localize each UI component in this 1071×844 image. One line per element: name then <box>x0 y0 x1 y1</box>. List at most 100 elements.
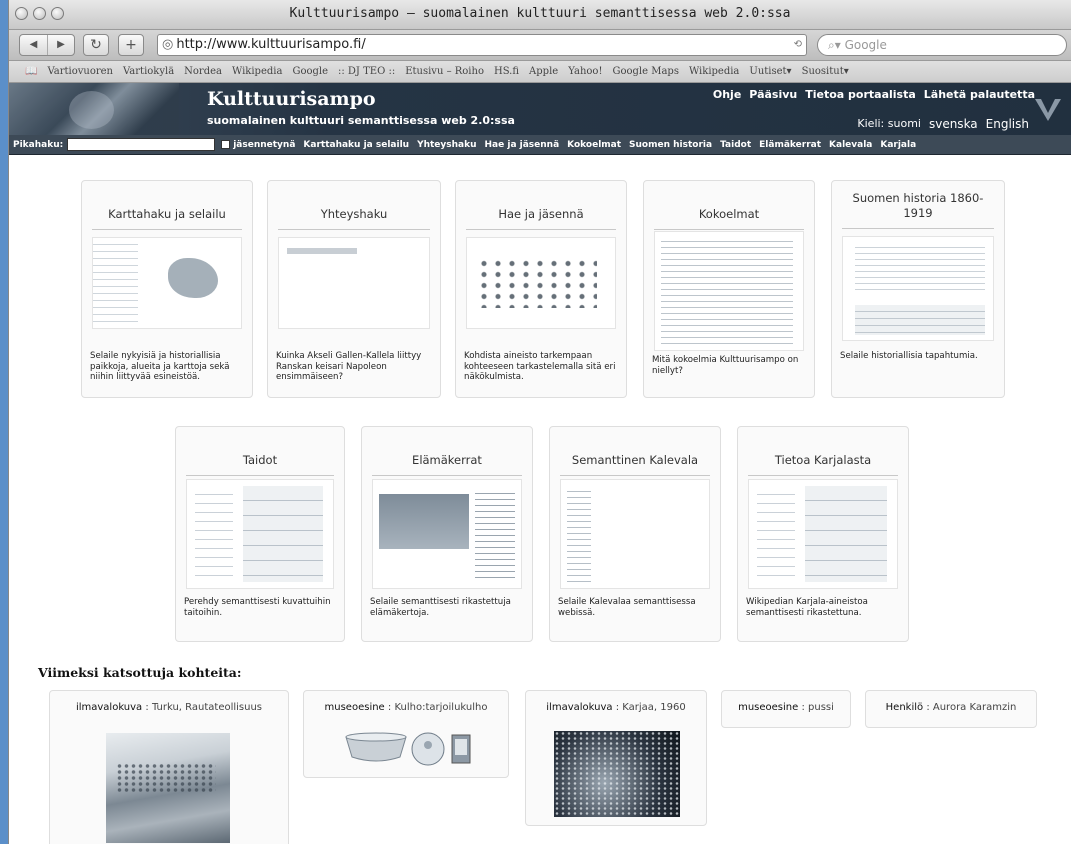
snapback-icon[interactable]: ⟲ <box>794 35 802 55</box>
back-button[interactable]: ◀ <box>20 35 47 55</box>
recent-heading: Viimeksi katsottuja kohteita: <box>38 665 242 680</box>
site-title[interactable]: Kulttuurisampo <box>207 88 376 110</box>
site-subtitle: suomalainen kulttuuri semanttisessa web … <box>207 114 515 127</box>
aerial-photo-thumbnail[interactable] <box>554 731 680 817</box>
card-thumbnail <box>372 479 522 589</box>
recent-item-label: museoesine : pussi <box>738 702 834 713</box>
forward-button[interactable]: ▶ <box>47 35 74 55</box>
card-thumbnail <box>92 237 242 329</box>
card-biographies[interactable]: Elämäkerrat Selaile semanttisesti rikast… <box>361 426 533 642</box>
bookmark-item[interactable]: Google <box>292 66 328 77</box>
recent-item-type: ilmavalokuva <box>75 702 143 713</box>
recent-item[interactable]: ilmavalokuva : Turku, Rautateollisuus <box>49 690 289 844</box>
bookmark-item[interactable]: Yahoo! <box>568 66 602 77</box>
card-karelia[interactable]: Tietoa Karjalasta Wikipedian Karjala-ain… <box>737 426 909 642</box>
url-field[interactable]: ◎ http://www.kulttuurisampo.fi/ ⟲ <box>157 34 807 56</box>
card-description: Kuinka Akseli Gallen-Kallela liittyy Ran… <box>276 351 422 382</box>
lang-label[interactable]: Kieli: suomi <box>857 117 921 131</box>
bookmark-item[interactable]: Wikipedia <box>232 66 282 77</box>
aerial-photo-thumbnail[interactable] <box>106 733 230 843</box>
lang-english[interactable]: English <box>986 117 1029 131</box>
recent-item-name: Kulho:tarjoilukulho <box>394 702 488 713</box>
quicksearch-label: Pikahaku: <box>13 139 64 150</box>
nav-item-skills[interactable]: Taidot <box>720 140 751 150</box>
card-thumbnail <box>466 237 616 329</box>
bookmark-item[interactable]: Wikipedia <box>689 66 739 77</box>
link-feedback[interactable]: Lähetä palautetta <box>924 88 1035 101</box>
nav-item-kalevala[interactable]: Kalevala <box>829 140 872 150</box>
card-kalevala[interactable]: Semanttinen Kalevala Selaile Kalevalaa s… <box>549 426 721 642</box>
recent-item-label: Henkilö : Aurora Karamzin <box>885 702 1017 713</box>
plus-icon: + <box>125 37 137 53</box>
bookmark-item[interactable]: Suositut▾ <box>802 66 849 77</box>
recent-item-label: museoesine : Kulho:tarjoilukulho <box>324 702 488 713</box>
recent-item[interactable]: museoesine : Kulho:tarjoilukulho <box>303 690 509 778</box>
site-nav: Pikahaku: jäsennetynä Karttahaku ja sela… <box>9 135 1071 155</box>
link-help[interactable]: Ohje <box>713 88 741 101</box>
nav-item-karelia[interactable]: Karjala <box>880 140 916 150</box>
recent-item-name: Karjaa, 1960 <box>622 702 686 713</box>
bookmark-item[interactable]: Apple <box>529 66 558 77</box>
recent-item-name: pussi <box>808 702 834 713</box>
link-home[interactable]: Pääsivu <box>749 88 797 101</box>
language-selector: Kieli: suomi svenska English <box>857 117 1029 131</box>
bookmark-item[interactable]: HS.fi <box>494 66 519 77</box>
card-description: Mitä kokoelmia Kulttuurisampo on niellyt… <box>652 355 799 376</box>
card-search-structure[interactable]: Hae ja jäsennä Kohdista aineisto tarkemp… <box>455 180 627 398</box>
bowl-photo-thumbnail[interactable] <box>344 731 474 767</box>
bookmark-item[interactable]: Google Maps <box>612 66 678 77</box>
recent-item[interactable]: museoesine : pussi <box>721 690 851 728</box>
structured-checkbox[interactable] <box>221 140 231 149</box>
card-thumbnail <box>748 479 898 589</box>
card-title: Suomen historia 1860-1919 <box>842 191 994 229</box>
nav-item-collections[interactable]: Kokoelmat <box>567 140 621 150</box>
recent-item-name: Turku, Rautateollisuus <box>151 702 263 713</box>
recent-item-type: museoesine <box>738 702 799 713</box>
add-bookmark-button[interactable]: + <box>118 34 144 56</box>
card-title: Elämäkerrat <box>372 453 522 476</box>
bookmark-item[interactable]: Nordea <box>184 66 222 77</box>
card-collections[interactable]: Kokoelmat Mitä kokoelmia Kulttuurisampo … <box>643 180 815 398</box>
card-connection-search[interactable]: Yhteyshaku Kuinka Akseli Gallen-Kallela … <box>267 180 441 398</box>
window-title: Kulttuurisampo – suomalainen kulttuuri s… <box>289 6 791 21</box>
nav-item-biographies[interactable]: Elämäkerrat <box>759 140 821 150</box>
forward-arrow-icon: ▶ <box>57 39 65 50</box>
card-description: Wikipedian Karjala-aineistoa semanttises… <box>746 597 868 618</box>
card-title: Yhteyshaku <box>278 207 430 230</box>
nav-item-map[interactable]: Karttahaku ja selailu <box>303 140 409 150</box>
recent-item-label: ilmavalokuva : Karjaa, 1960 <box>546 702 686 713</box>
recent-item[interactable]: ilmavalokuva : Karjaa, 1960 <box>525 690 707 826</box>
card-thumbnail <box>842 236 994 341</box>
card-title: Kokoelmat <box>654 207 804 230</box>
lang-svenska[interactable]: svenska <box>929 117 978 131</box>
recent-item-type: museoesine <box>324 702 385 713</box>
card-description: Selaile nykyisiä ja historiallisia paikk… <box>90 351 230 382</box>
card-description: Selaile semanttisesti rikastettuja elämä… <box>370 597 511 618</box>
card-finnish-history[interactable]: Suomen historia 1860-1919 Selaile histor… <box>831 180 1005 398</box>
card-map-search[interactable]: Karttahaku ja selailu Selaile nykyisiä j… <box>81 180 253 398</box>
link-about[interactable]: Tietoa portaalista <box>805 88 916 101</box>
bookmark-item[interactable]: :: DJ TEO :: <box>338 66 395 77</box>
card-thumbnail <box>654 231 804 351</box>
url-text: http://www.kulttuurisampo.fi/ <box>176 37 366 52</box>
top-links: Ohje Pääsivu Tietoa portaalista Lähetä p… <box>713 88 1035 101</box>
title-bar: Kulttuurisampo – suomalainen kulttuuri s… <box>9 0 1071 30</box>
quicksearch-input[interactable] <box>67 138 216 151</box>
card-skills[interactable]: Taidot Perehdy semanttisesti kuvattuihin… <box>175 426 345 642</box>
nav-item-search[interactable]: Hae ja jäsennä <box>485 140 560 150</box>
bookmark-item[interactable]: Uutiset▾ <box>749 66 791 77</box>
search-field[interactable]: ⌕▾ Google <box>817 34 1067 56</box>
search-icon: ⌕▾ <box>828 38 841 52</box>
recent-item[interactable]: Henkilö : Aurora Karamzin <box>865 690 1037 728</box>
nav-item-connections[interactable]: Yhteyshaku <box>417 140 476 150</box>
bookmark-item[interactable]: Vartiovuoren <box>47 66 113 77</box>
bookmark-item[interactable]: Vartiokylä <box>123 66 174 77</box>
bookmark-item[interactable]: Etusivu – Roiho <box>405 66 484 77</box>
card-thumbnail <box>186 479 334 589</box>
structured-checkbox-label: jäsennetynä <box>233 139 296 150</box>
nav-item-history[interactable]: Suomen historia <box>629 140 712 150</box>
bookmarks-book-icon[interactable]: 📖 <box>25 66 37 77</box>
recent-item-label: ilmavalokuva : Turku, Rautateollisuus <box>75 702 263 713</box>
card-description: Perehdy semanttisesti kuvattuihin taitoi… <box>184 597 331 618</box>
reload-button[interactable]: ↻ <box>83 34 109 56</box>
